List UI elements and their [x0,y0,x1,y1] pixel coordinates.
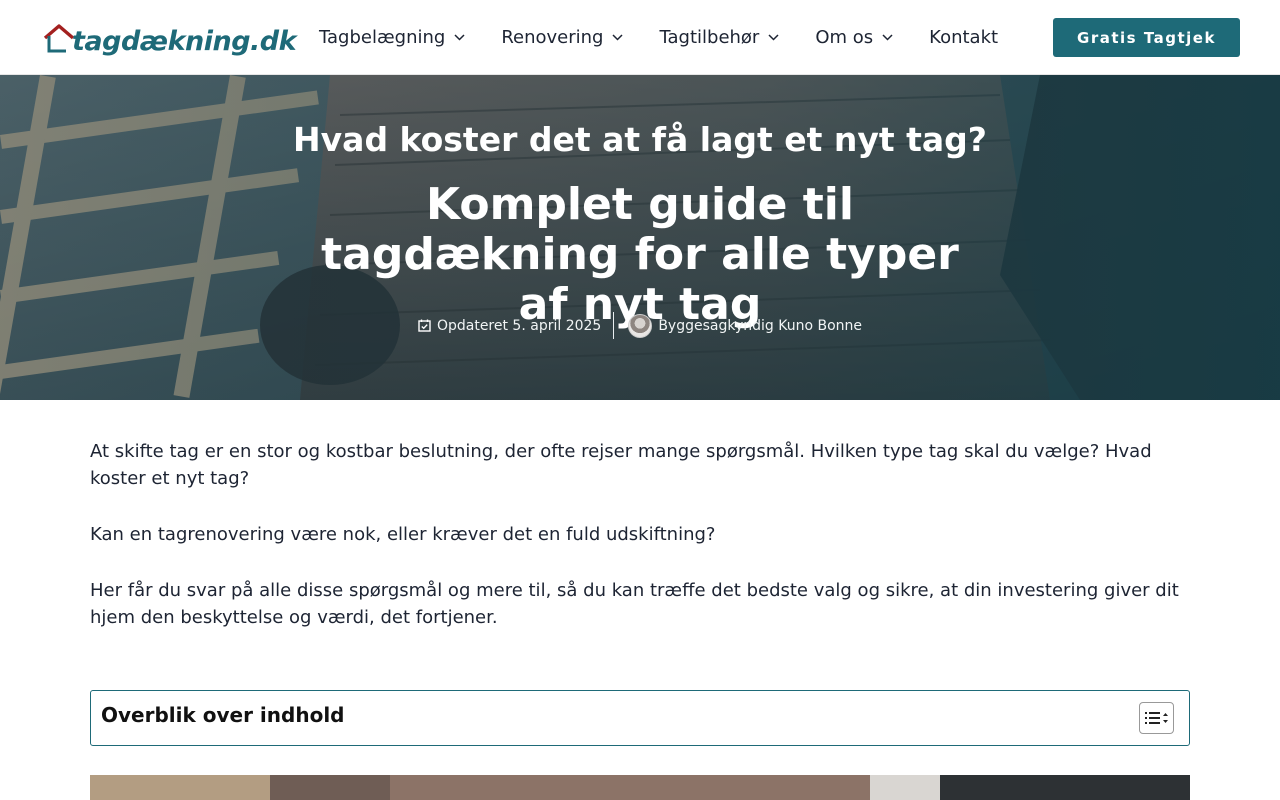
nav-item-kontakt[interactable]: Kontakt [929,27,998,48]
nav-label: Tagbelægning [319,27,446,48]
toc-toggle-button[interactable] [1139,702,1174,734]
logo-text: tagdækning.dk [72,25,297,57]
nav-label: Om os [815,27,874,48]
updated-date-text: Opdateret 5. april 2025 [436,317,602,334]
nav-label: Kontakt [929,27,999,48]
toc-title: Overblik over indhold [101,703,345,727]
author-name: Byggesagkyndig Kuno Bonne [658,317,863,334]
nav-label: Renovering [501,27,604,48]
page-title: Komplet guide til tagdækning for alle ty… [321,179,959,330]
updated-date: Opdateret 5. april 2025 [418,318,613,334]
gratis-tagtjek-button[interactable]: Gratis Tagtjek [1053,18,1240,57]
nav-item-tagtilbehor[interactable]: Tagtilbehør [659,27,779,48]
chevron-down-icon [768,34,779,41]
intro-paragraph: Kan en tagrenovering være nok, eller kræ… [90,524,716,545]
intro-paragraph: Her får du svar på alle disse spørgsmål … [90,580,1179,628]
list-toggle-icon [1144,712,1168,724]
site-header: tagdækning.dk Tagbelægning Renovering Ta… [0,0,1280,75]
nav-label: Tagtilbehør [659,27,760,48]
post-meta: Opdateret 5. april 2025 Byggesagkyndig K… [0,312,1280,339]
hero-subtitle: Hvad koster det at få lagt et nyt tag? [293,120,987,159]
roof-work-image [90,775,1190,800]
hero-banner: Hvad koster det at få lagt et nyt tag? K… [0,75,1280,400]
intro-paragraph: At skifte tag er en stor og kostbar besl… [90,441,1152,489]
nav-item-renovering[interactable]: Renovering [501,27,624,48]
article-image [90,775,1190,800]
house-logo-icon [43,24,75,53]
table-of-contents: Overblik over indhold [90,690,1190,746]
chevron-down-icon [612,34,624,41]
nav-item-om-os[interactable]: Om os [815,27,893,48]
chevron-down-icon [454,34,465,41]
nav-item-tagbelaegning[interactable]: Tagbelægning [319,27,465,48]
author[interactable]: Byggesagkyndig Kuno Bonne [628,313,863,338]
calendar-check-icon [418,319,431,332]
site-logo[interactable]: tagdækning.dk [42,20,297,58]
chevron-down-icon [882,34,893,41]
article-intro: At skifte tag er en stor og kostbar besl… [90,438,1190,660]
main-nav: Tagbelægning Renovering Tagtilbehør Om o… [319,0,1034,75]
author-avatar [628,313,653,338]
meta-divider [613,312,615,339]
